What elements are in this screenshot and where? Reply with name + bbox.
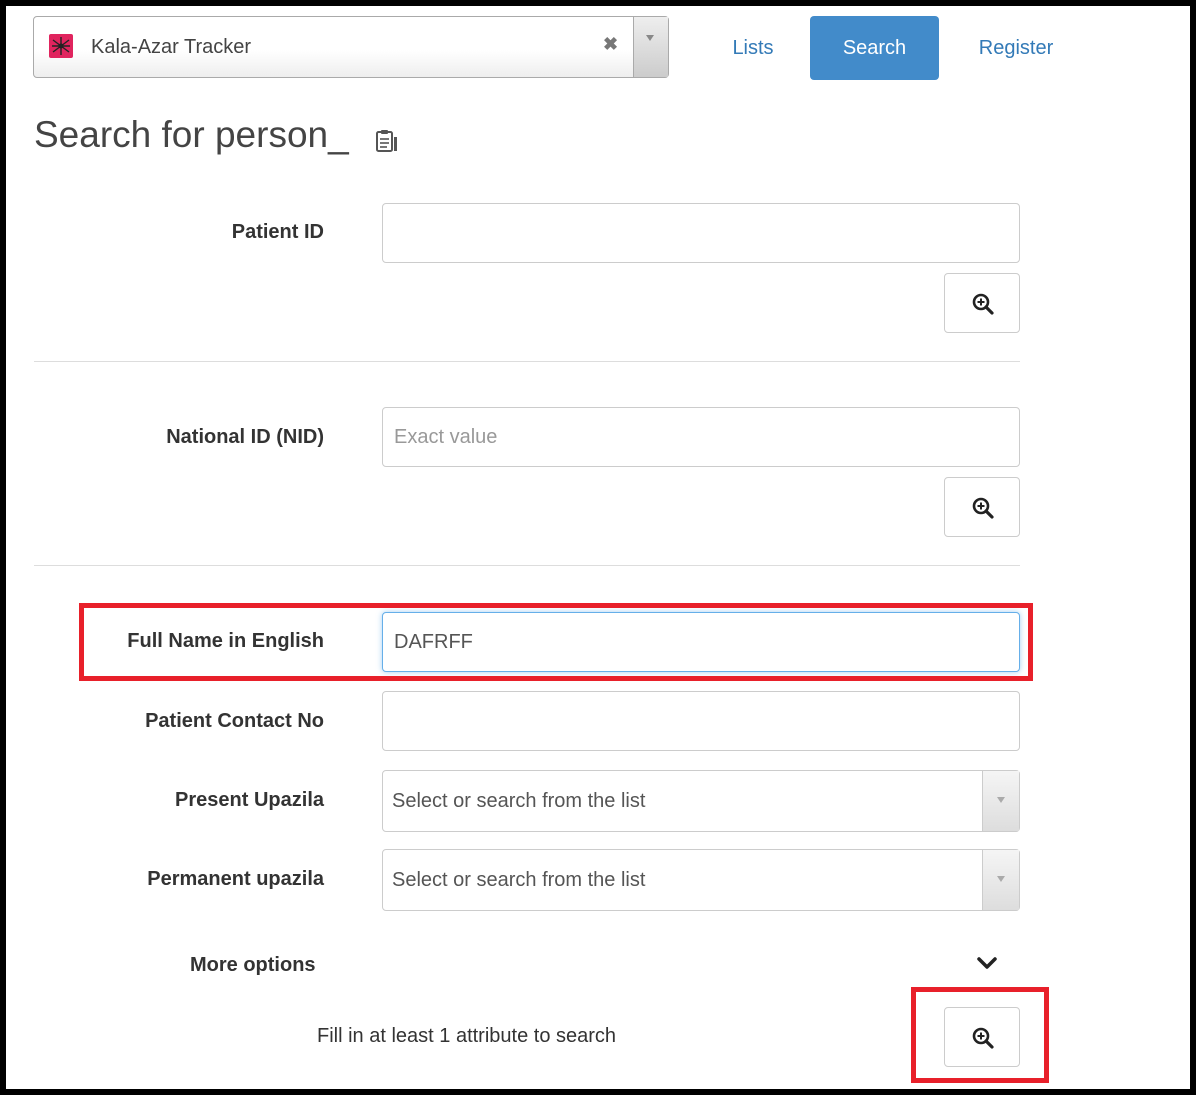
permanent-upazila-placeholder: Select or search from the list xyxy=(392,869,646,891)
contact-label: Patient Contact No xyxy=(145,710,324,732)
patient-id-search-button[interactable] xyxy=(944,273,1020,333)
zoom-in-icon xyxy=(972,293,994,315)
clipboard-info-icon[interactable] xyxy=(374,128,400,154)
dropdown-arrow[interactable] xyxy=(982,850,1019,910)
program-selector[interactable]: Kala-Azar Tracker ✖ xyxy=(33,16,669,78)
nid-input[interactable] xyxy=(382,407,1020,467)
present-upazila-placeholder: Select or search from the list xyxy=(392,790,646,812)
mosquito-icon xyxy=(49,34,73,58)
search-page: Kala-Azar Tracker ✖ Lists Search Registe… xyxy=(6,6,1190,1089)
full-name-input[interactable] xyxy=(382,612,1020,672)
caret-down-icon xyxy=(646,35,654,41)
permanent-upazila-select[interactable]: Select or search from the list xyxy=(382,849,1020,911)
zoom-in-icon xyxy=(972,1027,994,1049)
nid-search-button[interactable] xyxy=(944,477,1020,537)
caret-down-icon xyxy=(997,797,1005,803)
present-upazila-select[interactable]: Select or search from the list xyxy=(382,770,1020,832)
chevron-down-icon[interactable] xyxy=(975,956,999,972)
more-options-label[interactable]: More options xyxy=(190,954,316,977)
patient-id-label: Patient ID xyxy=(231,221,324,243)
nid-label: National ID (NID) xyxy=(166,426,324,448)
section-divider xyxy=(34,361,1020,362)
present-upazila-label: Present Upazila xyxy=(175,789,324,811)
search-hint-text: Fill in at least 1 attribute to search xyxy=(317,1025,617,1047)
page-title: Search for person_ xyxy=(34,114,349,155)
dropdown-arrow[interactable] xyxy=(982,771,1019,831)
nav-register-link[interactable]: Register xyxy=(957,16,1075,80)
zoom-in-icon xyxy=(972,497,994,519)
patient-id-input[interactable] xyxy=(382,203,1020,263)
permanent-upazila-label: Permanent upazila xyxy=(147,868,324,890)
nav-lists-link[interactable]: Lists xyxy=(706,16,800,80)
search-all-button[interactable] xyxy=(944,1007,1020,1067)
full-name-label: Full Name in English xyxy=(127,630,324,652)
nav-search-tab[interactable]: Search xyxy=(810,16,939,80)
contact-input[interactable] xyxy=(382,691,1020,751)
program-name: Kala-Azar Tracker xyxy=(91,36,252,58)
clear-program-icon[interactable]: ✖ xyxy=(603,34,618,55)
program-dropdown-arrow[interactable] xyxy=(633,17,668,77)
caret-down-icon xyxy=(997,876,1005,882)
section-divider xyxy=(34,565,1020,566)
